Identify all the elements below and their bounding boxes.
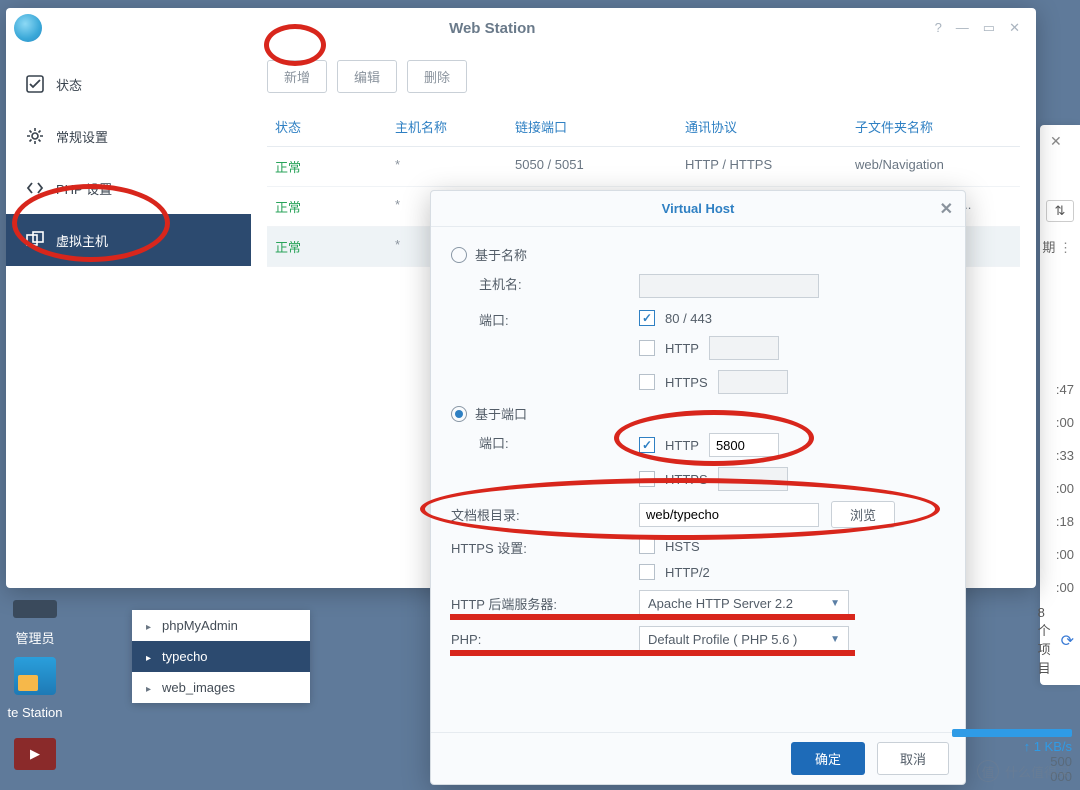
- radio-name-based[interactable]: [451, 247, 467, 263]
- sidebar-item-label: 状态: [56, 75, 82, 94]
- desktop-icons: 管理员 te Station ▶: [0, 600, 70, 780]
- sidebar-item-php[interactable]: PHP 设置: [6, 162, 251, 214]
- https-settings-label: HTTPS 设置:: [451, 538, 639, 557]
- hostname-input[interactable]: [639, 274, 819, 298]
- code-icon: [26, 179, 44, 197]
- close-icon[interactable]: ✕: [1050, 133, 1062, 150]
- hostname-label: 主机名:: [479, 274, 639, 293]
- http-port-input[interactable]: [709, 433, 779, 457]
- refresh-icon[interactable]: ⟳: [1061, 631, 1074, 651]
- docroot-label: 文档根目录:: [451, 505, 639, 524]
- app-icon: [14, 14, 42, 42]
- https-port-input[interactable]: [718, 370, 788, 394]
- minimize-icon[interactable]: —: [956, 20, 969, 36]
- watermark: 值 什么值得买: [977, 760, 1070, 782]
- background-window: ✕ ⇅ 期 ⋮ :47:00:33:00:18:00:00 8 个项目 ⟳: [1040, 125, 1080, 685]
- window-title: Web Station: [50, 20, 935, 37]
- edit-button[interactable]: 编辑: [337, 60, 397, 93]
- note-station-icon[interactable]: te Station: [0, 657, 70, 720]
- cancel-button[interactable]: 取消: [877, 742, 949, 775]
- backend-label: HTTP 后端服务器:: [451, 594, 639, 613]
- label: 基于端口: [475, 404, 527, 423]
- php-label: PHP:: [451, 632, 639, 647]
- dialog-footer: 确定 取消: [431, 732, 965, 784]
- checkbox-http[interactable]: [639, 340, 655, 356]
- sidebar-item-label: 常规设置: [56, 127, 108, 146]
- close-icon[interactable]: ✕: [940, 199, 953, 219]
- checkbox-http2[interactable]: [639, 564, 655, 580]
- label: 基于名称: [475, 245, 527, 264]
- add-button[interactable]: 新增: [267, 60, 327, 93]
- items-count: 8 个项目: [1038, 605, 1051, 677]
- status-icon: [26, 75, 44, 93]
- help-icon[interactable]: ?: [935, 20, 942, 36]
- dialog-title: Virtual Host ✕: [431, 191, 965, 227]
- checkbox-http-port[interactable]: [639, 437, 655, 453]
- table-header: 状态 主机名称 链接端口 通讯协议 子文件夹名称: [267, 107, 1020, 147]
- vhost-icon: [26, 231, 44, 249]
- folder-list: ▸phpMyAdmin ▸typecho ▸web_images: [132, 610, 310, 703]
- sidebar-item-status[interactable]: 状态: [6, 58, 251, 110]
- delete-button[interactable]: 删除: [407, 60, 467, 93]
- radio-port-based[interactable]: [451, 406, 467, 422]
- backend-select[interactable]: Apache HTTP Server 2.2▼: [639, 590, 849, 616]
- folder-item[interactable]: ▸web_images: [132, 672, 310, 703]
- chevron-down-icon: ▼: [830, 634, 840, 645]
- port-label: 端口:: [479, 433, 639, 452]
- folder-item[interactable]: ▸typecho: [132, 641, 310, 672]
- toolbar-button[interactable]: ⇅: [1046, 200, 1074, 222]
- https-port-input[interactable]: [718, 467, 788, 491]
- maximize-icon[interactable]: ▭: [983, 20, 995, 36]
- col-proto[interactable]: 通讯协议: [685, 117, 855, 136]
- toolbar: 新增 编辑 删除: [267, 60, 1020, 93]
- checkbox-default-ports[interactable]: [639, 310, 655, 326]
- browse-button[interactable]: 浏览: [831, 501, 895, 528]
- http-port-input[interactable]: [709, 336, 779, 360]
- table-row[interactable]: 正常 * 5050 / 5051 HTTP / HTTPS web/Naviga…: [267, 147, 1020, 187]
- ok-button[interactable]: 确定: [791, 742, 865, 775]
- col-folder[interactable]: 子文件夹名称: [855, 117, 1012, 136]
- admin-icon[interactable]: 管理员: [0, 600, 70, 647]
- sidebar: 状态 常规设置 PHP 设置 虚拟主机: [6, 48, 251, 588]
- titlebar: Web Station ? — ▭ ✕: [6, 8, 1036, 48]
- close-icon[interactable]: ✕: [1009, 20, 1020, 36]
- folder-item[interactable]: ▸phpMyAdmin: [132, 610, 310, 641]
- col-host[interactable]: 主机名称: [395, 117, 515, 136]
- col-status[interactable]: 状态: [275, 117, 395, 136]
- docroot-input[interactable]: [639, 503, 819, 527]
- port-label: 端口:: [479, 310, 639, 329]
- col-port[interactable]: 链接端口: [515, 117, 685, 136]
- checkbox-https[interactable]: [639, 374, 655, 390]
- sidebar-item-vhost[interactable]: 虚拟主机: [6, 214, 251, 266]
- column-label: 期 ⋮: [1042, 237, 1072, 256]
- video-icon[interactable]: ▶: [0, 738, 70, 770]
- chevron-down-icon: ▼: [830, 598, 840, 609]
- checkbox-hsts[interactable]: [639, 538, 655, 554]
- time-list: :47:00:33:00:18:00:00: [1056, 375, 1074, 606]
- virtual-host-dialog: Virtual Host ✕ 基于名称 主机名: 端口: 80 / 443 HT…: [430, 190, 966, 785]
- annotation-underline: [450, 650, 855, 656]
- php-select[interactable]: Default Profile ( PHP 5.6 )▼: [639, 626, 849, 652]
- sidebar-item-label: PHP 设置: [56, 179, 112, 198]
- sidebar-item-label: 虚拟主机: [56, 231, 108, 250]
- sidebar-item-general[interactable]: 常规设置: [6, 110, 251, 162]
- gear-icon: [26, 127, 44, 145]
- checkbox-https-port[interactable]: [639, 471, 655, 487]
- annotation-underline: [450, 614, 855, 620]
